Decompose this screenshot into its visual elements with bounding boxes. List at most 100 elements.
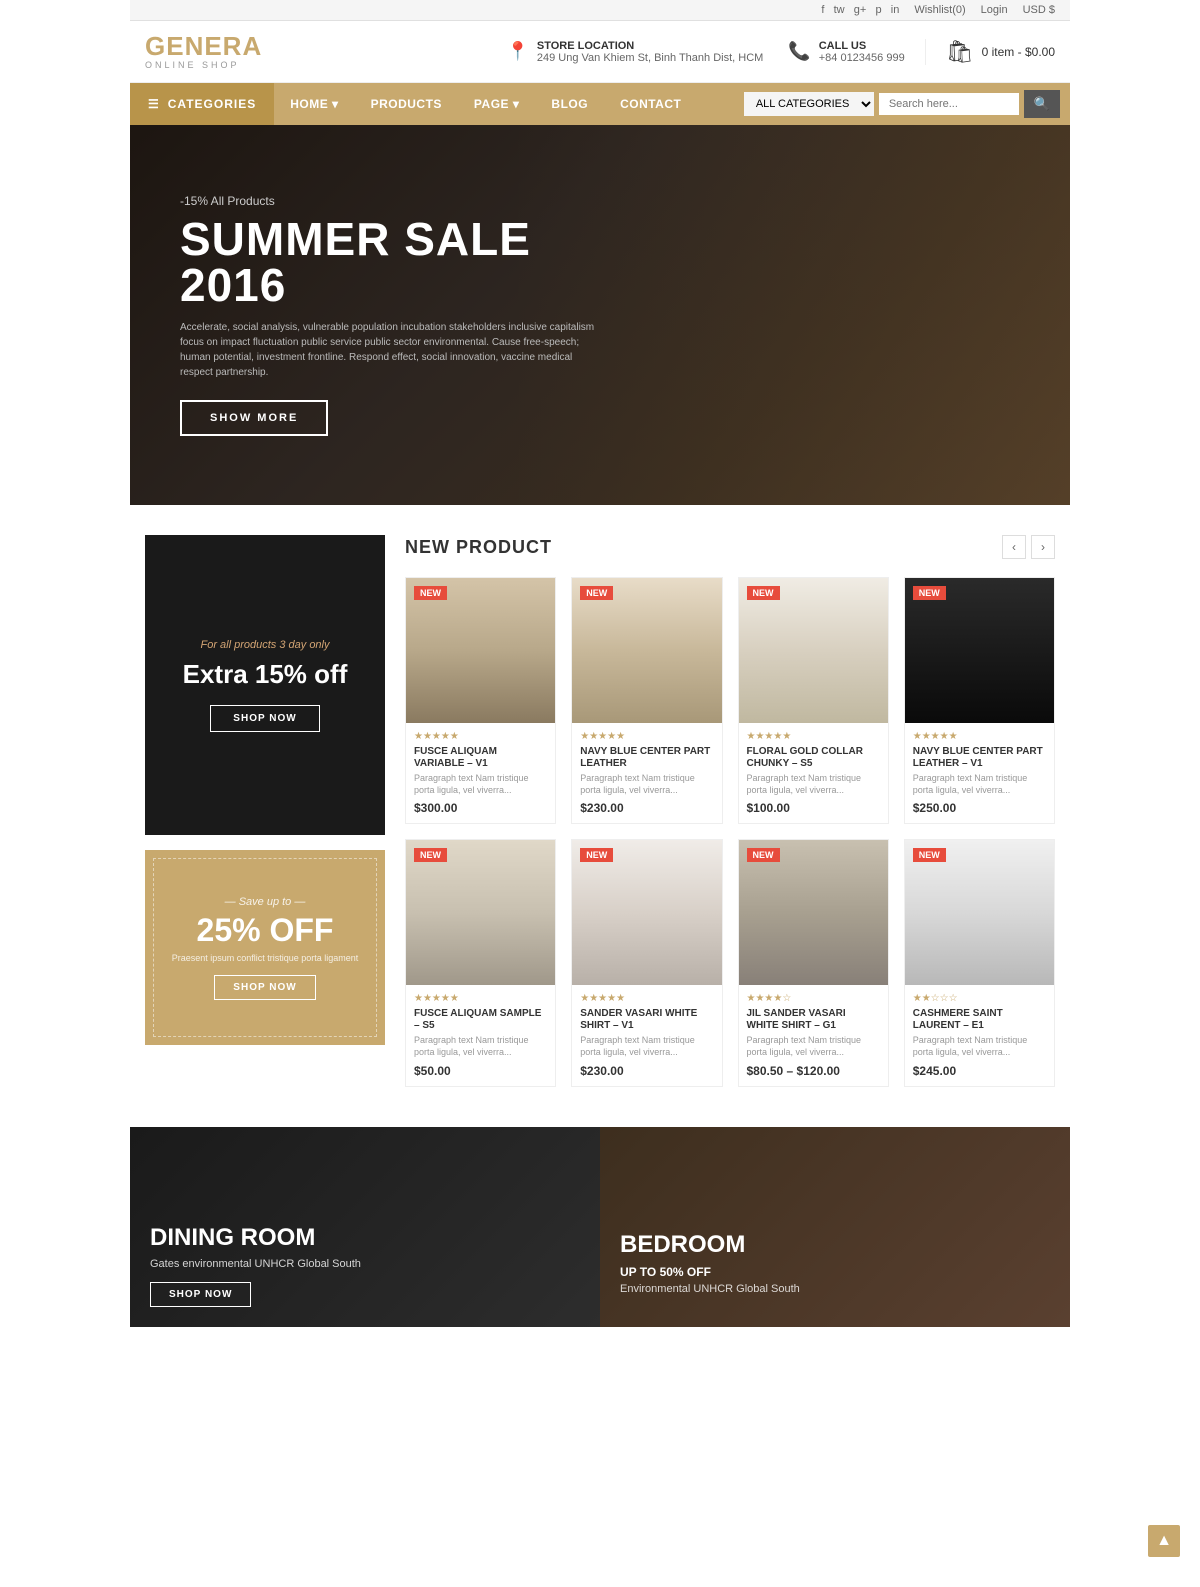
product-price: $245.00	[913, 1064, 1046, 1078]
search-input[interactable]	[879, 93, 1019, 115]
call-us: 📞 CALL US +84 0123456 999	[788, 40, 904, 64]
products-title: NEW PRODUCT	[405, 537, 552, 558]
nav-home[interactable]: HOME ▾	[274, 83, 354, 125]
product-badge: NEW	[747, 848, 780, 862]
dining-button[interactable]: SHOP NOW	[150, 1282, 251, 1307]
promo2-title: 25% OFF	[197, 912, 334, 949]
categories-label: CATEGORIES	[168, 97, 256, 111]
nav-menu: HOME ▾ PRODUCTS PAGE ▾ BLOG CONTACT	[274, 83, 744, 125]
product-name: FUSCE ALIQUAM SAMPLE – S5	[414, 1008, 547, 1032]
product-card[interactable]: NEW ★★★★★ NAVY BLUE CENTER PART LEATHER …	[571, 577, 722, 824]
nav-products[interactable]: PRODUCTS	[355, 83, 458, 125]
product-card[interactable]: NEW ★★★★★ FLORAL GOLD COLLAR CHUNKY – S5…	[738, 577, 889, 824]
product-info: ★★☆☆☆ CASHMERE SAINT LAURENT – E1 Paragr…	[905, 985, 1054, 1085]
prev-arrow[interactable]: ‹	[1002, 535, 1026, 559]
product-image: NEW	[406, 578, 555, 723]
product-image: NEW	[572, 578, 721, 723]
products-sidebar: For all products 3 day only Extra 15% of…	[145, 535, 385, 1087]
product-name: SANDER VASARI WHITE SHIRT – V1	[580, 1008, 713, 1032]
product-price: $230.00	[580, 1064, 713, 1078]
product-price: $250.00	[913, 801, 1046, 815]
product-badge: NEW	[913, 848, 946, 862]
dining-room-banner: DINING ROOM Gates environmental UNHCR Gl…	[130, 1127, 600, 1327]
category-filter[interactable]: ALL CATEGORIES	[744, 92, 874, 116]
dining-subtitle: Gates environmental UNHCR Global South	[150, 1258, 361, 1270]
product-desc: Paragraph text Nam tristique porta ligul…	[747, 1035, 880, 1058]
product-price: $100.00	[747, 801, 880, 815]
nav-contact[interactable]: CONTACT	[604, 83, 697, 125]
product-name: CASHMERE SAINT LAURENT – E1	[913, 1008, 1046, 1032]
product-image: NEW	[905, 840, 1054, 985]
product-desc: Paragraph text Nam tristique porta ligul…	[747, 773, 880, 796]
logo-sub: ONLINE SHOP	[145, 61, 262, 70]
product-stars: ★★★★★	[747, 731, 880, 742]
product-desc: Paragraph text Nam tristique porta ligul…	[913, 773, 1046, 796]
promo1-button[interactable]: SHOP NOW	[210, 705, 319, 732]
product-info: ★★★★★ SANDER VASARI WHITE SHIRT – V1 Par…	[572, 985, 721, 1085]
login-link[interactable]: Login	[981, 4, 1008, 16]
hero-discount: -15% All Products	[180, 194, 600, 208]
menu-icon: ☰	[148, 97, 160, 111]
search-button[interactable]: 🔍	[1024, 90, 1060, 118]
search-area: ALL CATEGORIES 🔍	[744, 90, 1060, 118]
product-info: ★★★★★ NAVY BLUE CENTER PART LEATHER Para…	[572, 723, 721, 823]
promo1-subtitle: For all products 3 day only	[200, 639, 329, 651]
product-name: FUSCE ALIQUAM VARIABLE – V1	[414, 746, 547, 770]
hero-banner: -15% All Products SUMMER SALE 2016 Accel…	[130, 125, 1070, 505]
navigation: ☰ CATEGORIES HOME ▾ PRODUCTS PAGE ▾ BLOG…	[130, 83, 1070, 125]
product-badge: NEW	[580, 848, 613, 862]
product-badge: NEW	[414, 848, 447, 862]
product-badge: NEW	[747, 586, 780, 600]
next-arrow[interactable]: ›	[1031, 535, 1055, 559]
hero-button[interactable]: SHOW MORE	[180, 400, 328, 436]
bedroom-badge: UP TO 50% OFF	[620, 1265, 800, 1279]
logo[interactable]: GENERA ONLINE SHOP	[145, 33, 262, 70]
product-card[interactable]: NEW ★★☆☆☆ CASHMERE SAINT LAURENT – E1 Pa…	[904, 839, 1055, 1086]
product-info: ★★★★☆ JIL SANDER VASARI WHITE SHIRT – G1…	[739, 985, 888, 1085]
nav-page[interactable]: PAGE ▾	[458, 83, 535, 125]
wishlist-link[interactable]: Wishlist(0)	[914, 4, 965, 16]
product-price: $230.00	[580, 801, 713, 815]
product-stars: ★★☆☆☆	[913, 993, 1046, 1004]
categories-menu[interactable]: ☰ CATEGORIES	[130, 83, 274, 125]
product-desc: Paragraph text Nam tristique porta ligul…	[580, 773, 713, 796]
product-card[interactable]: NEW ★★★★★ FUSCE ALIQUAM VARIABLE – V1 Pa…	[405, 577, 556, 824]
hero-content: -15% All Products SUMMER SALE 2016 Accel…	[130, 154, 650, 476]
products-section: For all products 3 day only Extra 15% of…	[130, 505, 1070, 1117]
currency-selector[interactable]: USD $	[1023, 4, 1055, 16]
scroll-top-button[interactable]: ▲	[1148, 1525, 1180, 1557]
product-badge: NEW	[414, 586, 447, 600]
product-price: $80.50 – $120.00	[747, 1064, 880, 1078]
header: GENERA ONLINE SHOP 📍 STORE LOCATION 249 …	[130, 21, 1070, 83]
product-stars: ★★★★★	[414, 993, 547, 1004]
call-label: CALL US	[819, 40, 905, 52]
promo1-title: Extra 15% off	[183, 659, 348, 690]
products-header: NEW PRODUCT ‹ ›	[405, 535, 1055, 559]
product-stars: ★★★★★	[913, 731, 1046, 742]
location-icon: 📍	[506, 41, 528, 62]
bedroom-banner-content: BEDROOM UP TO 50% OFF Environmental UNHC…	[620, 1231, 800, 1307]
dining-banner-content: DINING ROOM Gates environmental UNHCR Gl…	[150, 1224, 361, 1307]
cart-icon: 🛍	[946, 39, 974, 65]
product-stars: ★★★★★	[414, 731, 547, 742]
nav-blog[interactable]: BLOG	[535, 83, 604, 125]
promo2-save: — Save up to —	[225, 896, 306, 908]
product-desc: Paragraph text Nam tristique porta ligul…	[414, 1035, 547, 1058]
product-image: NEW	[739, 840, 888, 985]
product-image: NEW	[572, 840, 721, 985]
store-address: 249 Ung Van Khiem St, Binh Thanh Dist, H…	[537, 52, 763, 64]
product-card[interactable]: NEW ★★★★☆ JIL SANDER VASARI WHITE SHIRT …	[738, 839, 889, 1086]
product-image: NEW	[905, 578, 1054, 723]
dining-title: DINING ROOM	[150, 1224, 361, 1252]
product-desc: Paragraph text Nam tristique porta ligul…	[414, 773, 547, 796]
product-info: ★★★★★ FLORAL GOLD COLLAR CHUNKY – S5 Par…	[739, 723, 888, 823]
hero-title: SUMMER SALE 2016	[180, 216, 600, 308]
promo2-button[interactable]: SHOP NOW	[214, 975, 315, 1000]
phone-icon: 📞	[788, 41, 810, 62]
bedroom-title: BEDROOM	[620, 1231, 800, 1259]
product-card[interactable]: NEW ★★★★★ FUSCE ALIQUAM SAMPLE – S5 Para…	[405, 839, 556, 1086]
product-card[interactable]: NEW ★★★★★ SANDER VASARI WHITE SHIRT – V1…	[571, 839, 722, 1086]
product-card[interactable]: NEW ★★★★★ NAVY BLUE CENTER PART LEATHER …	[904, 577, 1055, 824]
product-name: NAVY BLUE CENTER PART LEATHER – V1	[913, 746, 1046, 770]
cart-area[interactable]: 🛍 0 item - $0.00	[925, 39, 1055, 65]
